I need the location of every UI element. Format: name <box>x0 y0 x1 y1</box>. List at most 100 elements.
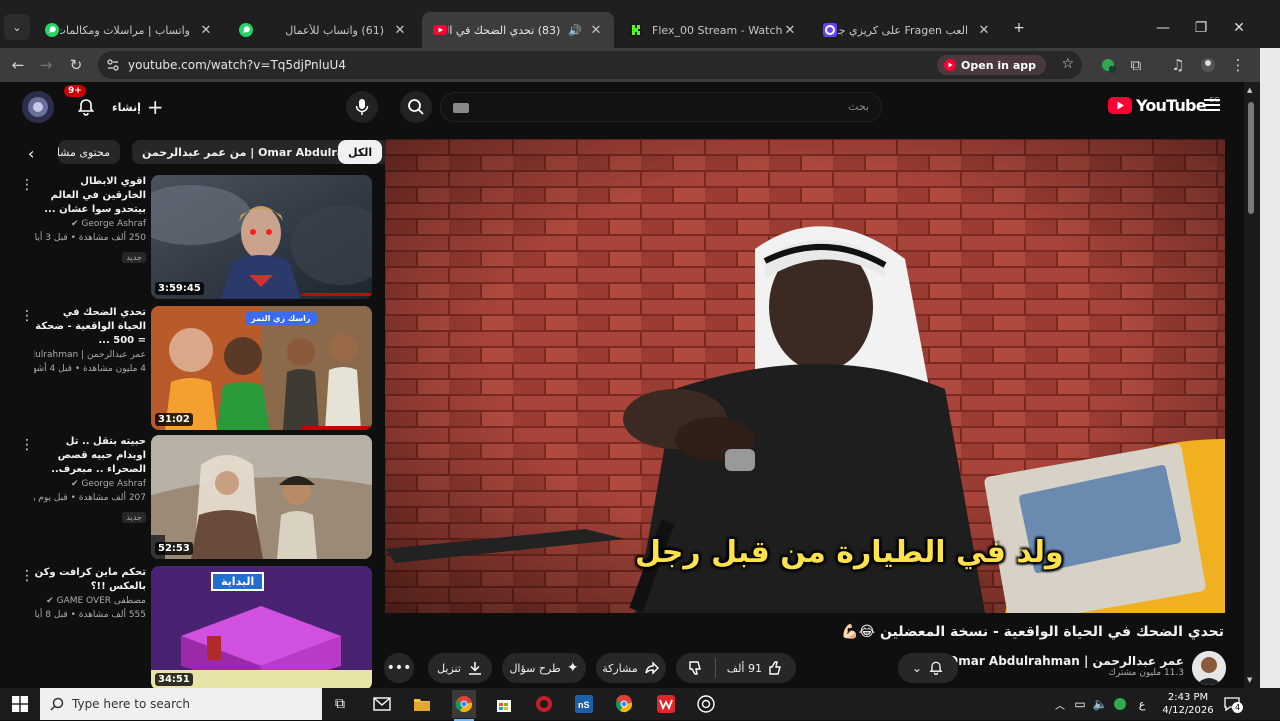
guide-menu-button[interactable] <box>1204 96 1222 114</box>
page-scrollbar[interactable]: ▲ ▼ <box>1244 82 1260 688</box>
dislike-button[interactable] <box>688 660 704 676</box>
chips-scroll-left-icon[interactable]: ‹ <box>28 144 34 163</box>
taskbar-search[interactable]: Type here to search <box>40 688 322 720</box>
keyboard-icon[interactable] <box>453 103 469 113</box>
account-avatar[interactable] <box>22 91 54 123</box>
chatgpt-icon[interactable] <box>696 694 716 714</box>
mail-icon[interactable] <box>372 694 392 714</box>
tab-youtube-active[interactable]: (83) تحدي الضحك في الحياة 🔊 ✕ <box>422 12 614 48</box>
recommendation-title[interactable]: حبيته بتقل .. تل اوبدام حبيه قصص الصحراء… <box>34 435 146 477</box>
action-center-icon[interactable]: 4 <box>1222 694 1243 714</box>
search-input[interactable]: بحث <box>440 92 882 122</box>
browser-menu-icon[interactable]: ⋮ <box>1226 53 1250 77</box>
chip-related[interactable]: محتوى مشابه <box>58 140 120 164</box>
scroll-down-icon[interactable]: ▼ <box>1247 676 1252 684</box>
extensions-puzzle-icon[interactable]: ⧉ <box>1124 53 1148 77</box>
tab-whatsapp-business[interactable]: (61) واتساب للأعمال ✕ <box>228 12 418 48</box>
more-options-icon[interactable]: ⋮ <box>20 437 34 453</box>
file-explorer-icon[interactable] <box>412 694 432 714</box>
system-clock[interactable]: 2:43 PM 4/12/2026 <box>1160 691 1216 717</box>
create-button[interactable]: إنشاء + <box>112 94 164 120</box>
tab-whatsapp[interactable]: واتساب | مراسلات ومكالمات مجا ✕ <box>34 12 224 48</box>
recommendation-card[interactable]: ⋮ حبيته بتقل .. تل اوبدام حبيه قصص الصحر… <box>20 435 372 559</box>
verified-icon: ✔ <box>70 219 79 229</box>
reload-button[interactable]: ↻ <box>64 53 88 77</box>
sparkle-icon: ✦ <box>566 660 579 676</box>
recommendation-stats: 4 مليون مشاهدة • قبل 4 أشهر <box>34 364 146 374</box>
site-info-icon[interactable] <box>106 58 120 72</box>
scrollbar-thumb[interactable] <box>1248 102 1254 214</box>
close-tab-icon[interactable]: ✕ <box>782 22 798 38</box>
restore-button[interactable]: ❐ <box>1186 14 1216 42</box>
video-player[interactable]: ولد في الطيارة من قبل رجل <box>385 139 1225 613</box>
recommendation-card[interactable]: ⋮ تحدي الضحك في الحياة الواقعية - ضحكة =… <box>20 306 372 430</box>
back-button[interactable]: ← <box>6 53 30 77</box>
address-bar[interactable]: youtube.com/watch?v=Tq5djPnluU4 Open in … <box>98 51 1082 79</box>
store-icon[interactable] <box>494 694 514 714</box>
recommendation-title[interactable]: تحدي الضحك في الحياة الواقعية - ضحكة = 5… <box>34 306 146 348</box>
more-actions-button[interactable]: ••• <box>384 653 414 683</box>
download-button[interactable]: تنزيل <box>428 653 492 683</box>
windows-start-icon[interactable] <box>10 694 30 714</box>
youtube-logo[interactable]: YouTube EG <box>1108 96 1220 115</box>
close-tab-icon[interactable]: ✕ <box>198 22 214 38</box>
task-view-icon[interactable]: ⧉ <box>330 694 350 714</box>
recommendation-title[interactable]: تحكم ماين كرافت وكن بالعكس !!؟ <box>34 566 146 594</box>
tab-title: (83) تحدي الضحك في الحياة <box>448 23 561 37</box>
search-placeholder: بحث <box>848 100 869 113</box>
more-options-icon[interactable]: ⋮ <box>20 568 34 584</box>
media-control-icon[interactable]: ♫ <box>1166 53 1190 77</box>
minimize-button[interactable]: — <box>1148 14 1178 42</box>
recommendation-channel[interactable]: عمر عبدالرحمن | Omar Abdulrahman <box>34 348 146 362</box>
language-indicator[interactable]: ع <box>1132 694 1152 714</box>
recommendation-channel[interactable]: George Ashraf ✔ <box>34 477 146 491</box>
extension-icon[interactable] <box>1096 53 1120 77</box>
new-tab-button[interactable]: + <box>1004 14 1034 42</box>
scroll-up-icon[interactable]: ▲ <box>1247 86 1252 94</box>
channel-name[interactable]: عمر عبدالرحمن | Omar Abdulrahman <box>948 654 1184 668</box>
tab-search-button[interactable]: ⌄ <box>4 14 30 40</box>
audio-playing-icon[interactable]: 🔊 <box>568 24 582 37</box>
search-button[interactable] <box>400 91 432 123</box>
subscription-bell-button[interactable]: ⌄ <box>898 653 958 683</box>
recommendation-thumbnail[interactable]: 52:53 <box>151 435 372 559</box>
tab-crazygames[interactable]: العب Fragen على كريزي جيمز ✕ <box>812 12 1002 48</box>
recommendation-channel[interactable]: George Ashraf ✔ <box>34 217 146 231</box>
more-options-icon[interactable]: ⋮ <box>20 177 34 193</box>
close-tab-icon[interactable]: ✕ <box>392 22 408 38</box>
share-button[interactable]: مشاركة <box>596 653 666 683</box>
open-in-app-button[interactable]: Open in app <box>937 55 1046 75</box>
tray-app-icon[interactable] <box>1110 694 1130 714</box>
profile-avatar-icon[interactable] <box>1196 53 1220 77</box>
close-tab-icon[interactable]: ✕ <box>976 22 992 38</box>
recommendation-thumbnail[interactable]: راسك زي التمر 31:02 <box>151 306 372 430</box>
close-window-button[interactable]: ✕ <box>1224 14 1254 42</box>
recommendation-thumbnail[interactable]: البداية 34:51 <box>151 566 372 690</box>
notifications-button[interactable]: 9+ <box>64 85 102 123</box>
ask-question-button[interactable]: طرح سؤال ✦ <box>502 653 586 683</box>
chrome-profile-icon[interactable] <box>614 694 634 714</box>
like-button[interactable]: 91 ألف <box>727 660 784 676</box>
more-options-icon[interactable]: ⋮ <box>20 308 34 324</box>
tab-kick-stream[interactable]: Flex_00 Stream - Watch Live on ✕ <box>618 12 808 48</box>
forward-button[interactable]: → <box>34 53 58 77</box>
chip-all[interactable]: الكل <box>338 140 383 164</box>
voice-search-button[interactable] <box>346 91 378 123</box>
channel-info[interactable]: عمر عبدالرحمن | Omar Abdulrahman ✔ 11.3 … <box>935 654 1184 678</box>
volume-icon[interactable]: 🔈 <box>1090 694 1110 714</box>
close-tab-icon[interactable]: ✕ <box>588 22 604 38</box>
recommendation-card[interactable]: ⋮ اقوي الابطال الخارقين في العالم بيتحدو… <box>20 175 372 299</box>
app-red-icon[interactable] <box>534 694 554 714</box>
channel-avatar[interactable] <box>1192 651 1226 685</box>
recommendation-thumbnail[interactable]: 3:59:45 <box>151 175 372 299</box>
recommendation-channel[interactable]: مصطفى GAME OVER ✔ <box>34 594 146 608</box>
bookmark-star-icon[interactable]: ☆ <box>1061 56 1074 72</box>
recommendation-title[interactable]: اقوي الابطال الخارقين في العالم بيتحدو س… <box>34 175 146 217</box>
recommendation-card[interactable]: ⋮ تحكم ماين كرافت وكن بالعكس !!؟ مصطفى G… <box>20 566 372 690</box>
show-hidden-icons[interactable]: ︿ <box>1050 694 1070 714</box>
network-icon[interactable]: ▭ <box>1070 694 1090 714</box>
url-text[interactable]: youtube.com/watch?v=Tq5djPnluU4 <box>128 58 346 72</box>
chrome-taskbar-icon[interactable] <box>452 690 476 721</box>
app-ns-icon[interactable]: nS <box>574 694 594 714</box>
wps-office-icon[interactable] <box>656 694 676 714</box>
